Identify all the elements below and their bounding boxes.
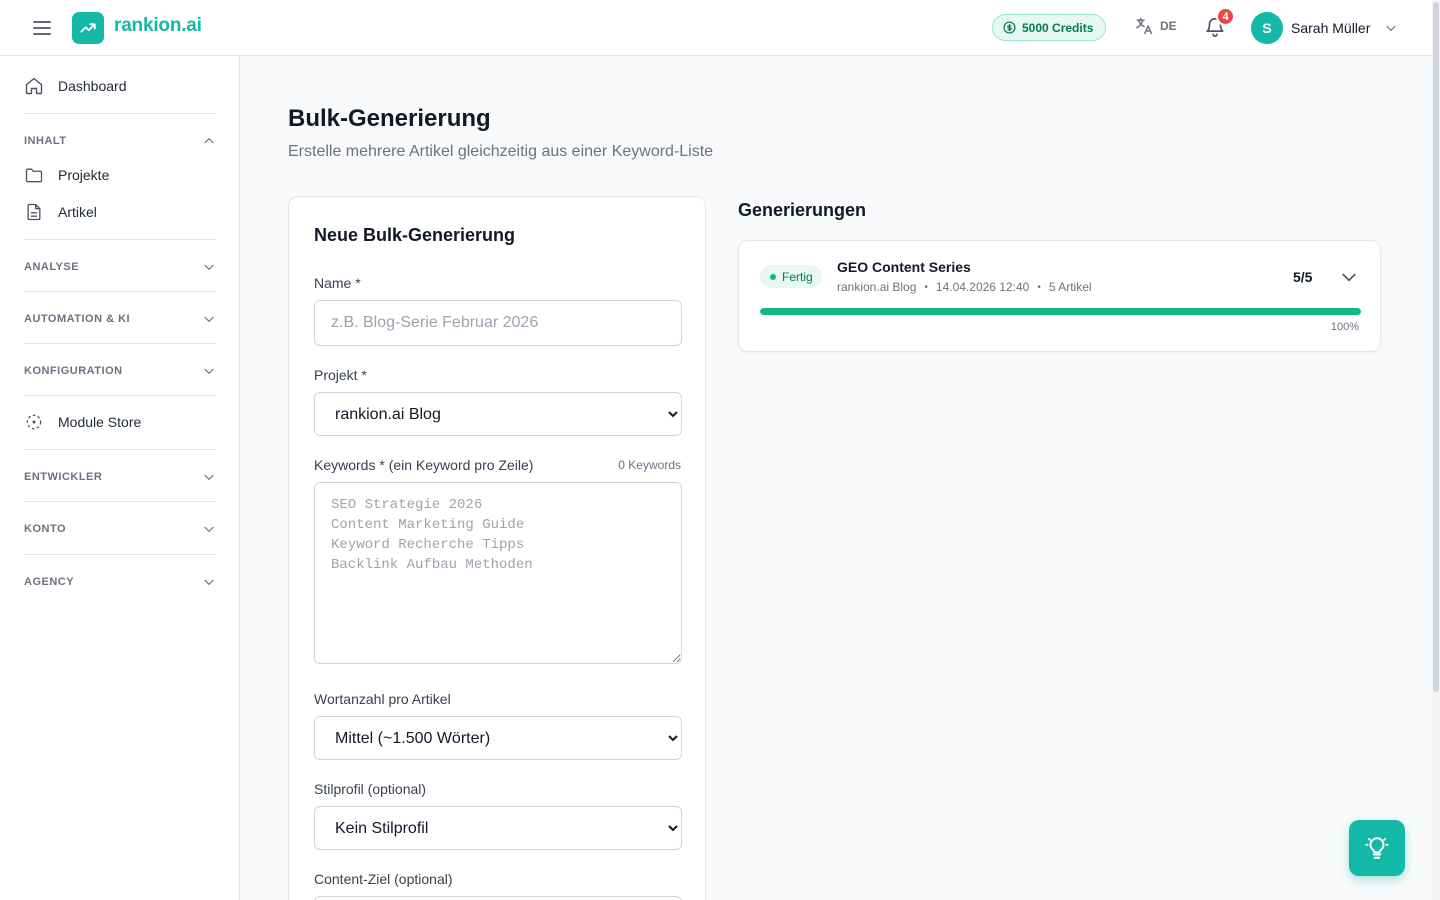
generation-date: 14.04.2026 12:40	[935, 280, 1030, 294]
section-label: ANALYSE	[24, 261, 80, 273]
language-switcher[interactable]: DE	[1134, 16, 1177, 36]
app-name[interactable]: rankion.ai	[114, 15, 202, 37]
module-icon	[26, 414, 42, 430]
sidebar: Dashboard INHALT Projekte Artikel ANALYS…	[0, 56, 240, 900]
section-konfiguration[interactable]: KONFIGURATION	[24, 364, 216, 378]
generation-card[interactable]: Fertig GEO Content Series rankion.ai Blo…	[738, 240, 1381, 352]
sidebar-item-dashboard[interactable]: Dashboard	[24, 76, 216, 96]
section-label: INHALT	[24, 135, 67, 147]
name-input[interactable]	[314, 300, 682, 346]
divider	[24, 449, 216, 450]
logo-icon[interactable]	[72, 12, 104, 44]
project-select[interactable]: rankion.ai Blog	[314, 392, 682, 436]
section-label: AGENCY	[24, 576, 75, 588]
section-entwickler[interactable]: ENTWICKLER	[24, 470, 216, 484]
sidebar-item-articles[interactable]: Artikel	[24, 202, 216, 222]
status-dot-icon	[770, 273, 776, 280]
chevron-down-icon	[204, 368, 214, 374]
progress-fill	[760, 308, 1361, 315]
section-label: AUTOMATION & KI	[24, 313, 131, 325]
user-menu[interactable]: S Sarah Müller	[1251, 12, 1398, 44]
keyword-count: 0 Keywords	[618, 458, 681, 472]
notification-count-badge: 4	[1216, 7, 1235, 26]
progress-label: 100%	[1330, 321, 1359, 333]
credits-label: 5000 Credits	[1022, 20, 1094, 35]
top-header: rankion.ai 5000 Credits DE 4 S Sarah Mül…	[0, 0, 1432, 56]
keywords-label: Keywords * (ein Keyword pro Zeile)	[314, 457, 534, 473]
status-badge: Fertig	[760, 265, 822, 288]
section-label: KONTO	[24, 523, 67, 535]
folder-icon	[25, 168, 43, 183]
separator-dot: •	[1037, 281, 1041, 293]
section-inhalt[interactable]: INHALT	[24, 134, 216, 148]
generation-meta: rankion.ai Blog • 14.04.2026 12:40 • 5 A…	[837, 280, 1092, 294]
generations-title: Generierungen	[738, 200, 867, 220]
sidebar-item-module-store[interactable]: Module Store	[24, 412, 216, 432]
translate-icon	[1136, 17, 1153, 35]
divider	[24, 291, 216, 292]
generation-project: rankion.ai Blog	[837, 280, 917, 294]
section-konto[interactable]: KONTO	[24, 522, 216, 536]
avatar: S	[1251, 12, 1283, 44]
separator-dot: •	[924, 281, 928, 293]
divider	[24, 395, 216, 396]
style-label: Stilprofil (optional)	[314, 781, 427, 797]
generation-name: GEO Content Series	[837, 259, 971, 275]
bulk-form-card: Neue Bulk-Generierung Name * Projekt * r…	[288, 196, 706, 900]
user-name: Sarah Müller	[1291, 20, 1371, 36]
coin-icon	[1003, 21, 1016, 34]
progress-bar	[760, 308, 1361, 315]
sidebar-item-label: Dashboard	[58, 78, 127, 94]
divider	[24, 501, 216, 502]
section-automation[interactable]: AUTOMATION & KI	[24, 312, 216, 326]
page-subtitle: Erstelle mehrere Artikel gleichzeitig au…	[288, 143, 714, 160]
menu-icon[interactable]	[30, 17, 54, 39]
wordcount-select[interactable]: Mittel (~1.500 Wörter)	[314, 716, 682, 760]
lightbulb-icon	[1365, 837, 1389, 859]
expand-chevron-icon[interactable]	[1339, 267, 1361, 289]
credits-badge[interactable]: 5000 Credits	[992, 14, 1107, 41]
content-goal-select[interactable]	[314, 896, 682, 900]
keywords-textarea[interactable]	[314, 482, 682, 664]
chevron-up-icon	[204, 138, 214, 144]
sidebar-item-projects[interactable]: Projekte	[24, 165, 216, 185]
wordcount-label: Wortanzahl pro Artikel	[314, 691, 451, 707]
sidebar-item-label: Projekte	[58, 167, 110, 183]
divider	[24, 554, 216, 555]
section-label: KONFIGURATION	[24, 365, 123, 377]
name-label: Name *	[314, 275, 361, 291]
divider	[24, 343, 216, 344]
chevron-down-icon	[204, 474, 214, 480]
style-select[interactable]: Kein Stilprofil	[314, 806, 682, 850]
chevron-down-icon	[204, 526, 214, 532]
sidebar-item-label: Artikel	[58, 204, 97, 220]
scrollbar-thumb[interactable]	[1433, 2, 1439, 692]
home-icon	[25, 77, 43, 95]
document-icon	[27, 203, 41, 221]
chevron-down-icon	[204, 316, 214, 322]
language-label: DE	[1160, 19, 1177, 33]
section-label: ENTWICKLER	[24, 471, 103, 483]
divider	[24, 239, 216, 240]
page-title: Bulk-Generierung	[288, 105, 491, 132]
section-analyse[interactable]: ANALYSE	[24, 260, 216, 274]
generation-count: 5/5	[1293, 269, 1313, 285]
project-label: Projekt *	[314, 367, 367, 383]
status-label: Fertig	[782, 269, 813, 284]
content-goal-label: Content-Ziel (optional)	[314, 871, 453, 887]
sidebar-item-label: Module Store	[58, 414, 142, 430]
section-agency[interactable]: AGENCY	[24, 575, 216, 589]
chevron-down-icon	[204, 579, 214, 585]
chevron-down-icon	[204, 264, 214, 270]
lightbulb-button[interactable]	[1349, 820, 1405, 876]
form-title: Neue Bulk-Generierung	[314, 225, 516, 245]
divider	[24, 113, 216, 114]
generation-articles: 5 Artikel	[1048, 280, 1092, 294]
chevron-down-icon	[1386, 25, 1397, 31]
